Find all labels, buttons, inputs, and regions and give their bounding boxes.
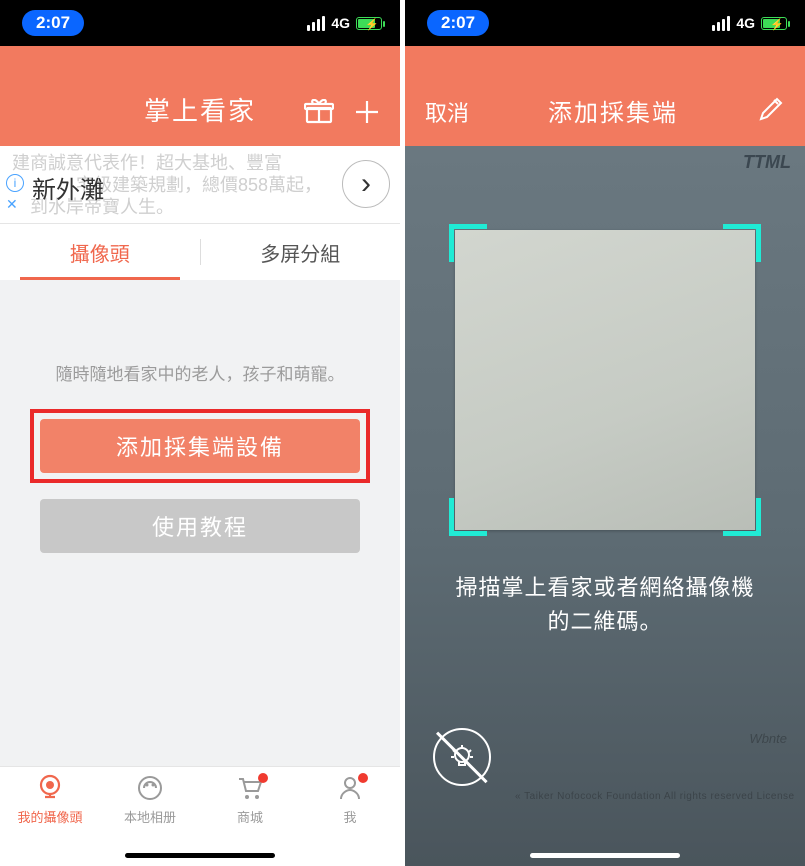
- preview-watermark: Wbnte: [749, 731, 787, 746]
- signal-icon: [307, 16, 325, 31]
- status-time: 2:07: [427, 10, 489, 36]
- slash-icon: [436, 731, 487, 782]
- status-right: 4G ⚡: [307, 15, 382, 31]
- ad-highlight: 新外灘: [32, 170, 104, 205]
- status-bar: 2:07 4G ⚡: [0, 0, 400, 46]
- ad-info-icon[interactable]: i: [6, 174, 24, 192]
- tutorial-button[interactable]: 使用教程: [40, 499, 360, 553]
- app-title: 掌上看家: [144, 91, 256, 128]
- add-device-button[interactable]: 添加採集端設備: [40, 419, 360, 473]
- left-body: 掌上看家 建商誠意代表作！超大基地、豐富 宅級建築規劃，總價858萬起， 到水岸…: [0, 46, 400, 866]
- status-bar: 2:07 4G ⚡: [405, 0, 805, 46]
- badge-dot: [358, 773, 368, 783]
- status-right: 4G ⚡: [712, 15, 787, 31]
- ad-arrow-icon[interactable]: ›: [342, 160, 390, 208]
- scan-title: 添加採集端: [548, 93, 678, 128]
- home-indicator[interactable]: [125, 853, 275, 858]
- frame-corner-icon: [723, 224, 761, 262]
- scan-frame: [449, 224, 761, 536]
- preview-footer-text: « Taiker Nofocock Foundation All rights …: [515, 791, 795, 802]
- home-indicator[interactable]: [530, 853, 680, 858]
- ad-banner[interactable]: 建商誠意代表作！超大基地、豐富 宅級建築規劃，總價858萬起， 到水岸帝寶人生。…: [0, 146, 400, 224]
- network-label: 4G: [736, 15, 755, 31]
- camera-icon: [35, 773, 65, 803]
- app-header: 掌上看家: [0, 46, 400, 146]
- signal-icon: [712, 16, 730, 31]
- scan-header: 取消 添加採集端: [405, 46, 805, 146]
- phone-left-home: 2:07 4G ⚡ 掌上看家 建商誠意代表作！超大基地、豐富 宅級建築規劃，總價…: [0, 0, 400, 866]
- battery-icon: ⚡: [356, 17, 382, 30]
- tabbar-label: 本地相册: [124, 807, 176, 826]
- tabbar-my-camera[interactable]: 我的攝像頭: [0, 773, 100, 866]
- album-icon: [135, 773, 165, 803]
- phone-right-scan: 2:07 4G ⚡ 取消 添加採集端 TTML 掃描掌上看家或者網絡攝像機 的二…: [405, 0, 805, 866]
- tabbar-label: 商城: [237, 807, 263, 826]
- tabbar-label: 我的攝像頭: [17, 807, 82, 826]
- ttml-watermark: TTML: [743, 152, 791, 173]
- camera-preview: TTML 掃描掌上看家或者網絡攝像機 的二維碼。 Wbnte « Taiker …: [405, 146, 805, 866]
- tabbar-label: 我: [343, 807, 356, 826]
- tab-multiscreen[interactable]: 多屏分組: [201, 224, 401, 280]
- frame-corner-icon: [449, 498, 487, 536]
- highlight-frame: 添加採集端設備: [30, 409, 370, 483]
- view-tabs: 攝像頭 多屏分組: [0, 224, 400, 280]
- scan-instruction: 掃描掌上看家或者網絡攝像機 的二維碼。: [405, 571, 805, 639]
- badge-dot: [258, 773, 268, 783]
- frame-corner-icon: [449, 224, 487, 262]
- edit-icon[interactable]: [757, 95, 785, 128]
- tabbar-me[interactable]: 我: [300, 773, 400, 866]
- status-time: 2:07: [22, 10, 84, 36]
- battery-icon: ⚡: [761, 17, 787, 30]
- network-label: 4G: [331, 15, 350, 31]
- tab-camera[interactable]: 攝像頭: [0, 224, 200, 280]
- flashlight-toggle[interactable]: [433, 728, 491, 786]
- gift-icon[interactable]: [304, 99, 334, 130]
- bottom-tabbar: 我的攝像頭 本地相册 商城 我: [0, 766, 400, 866]
- plus-icon[interactable]: [354, 99, 380, 130]
- frame-corner-icon: [723, 498, 761, 536]
- content-subtitle: 隨時隨地看家中的老人，孩子和萌寵。: [30, 360, 370, 385]
- cancel-button[interactable]: 取消: [425, 96, 469, 128]
- ad-close-icon[interactable]: ✕: [6, 196, 18, 213]
- empty-content: 隨時隨地看家中的老人，孩子和萌寵。 添加採集端設備 使用教程: [0, 280, 400, 553]
